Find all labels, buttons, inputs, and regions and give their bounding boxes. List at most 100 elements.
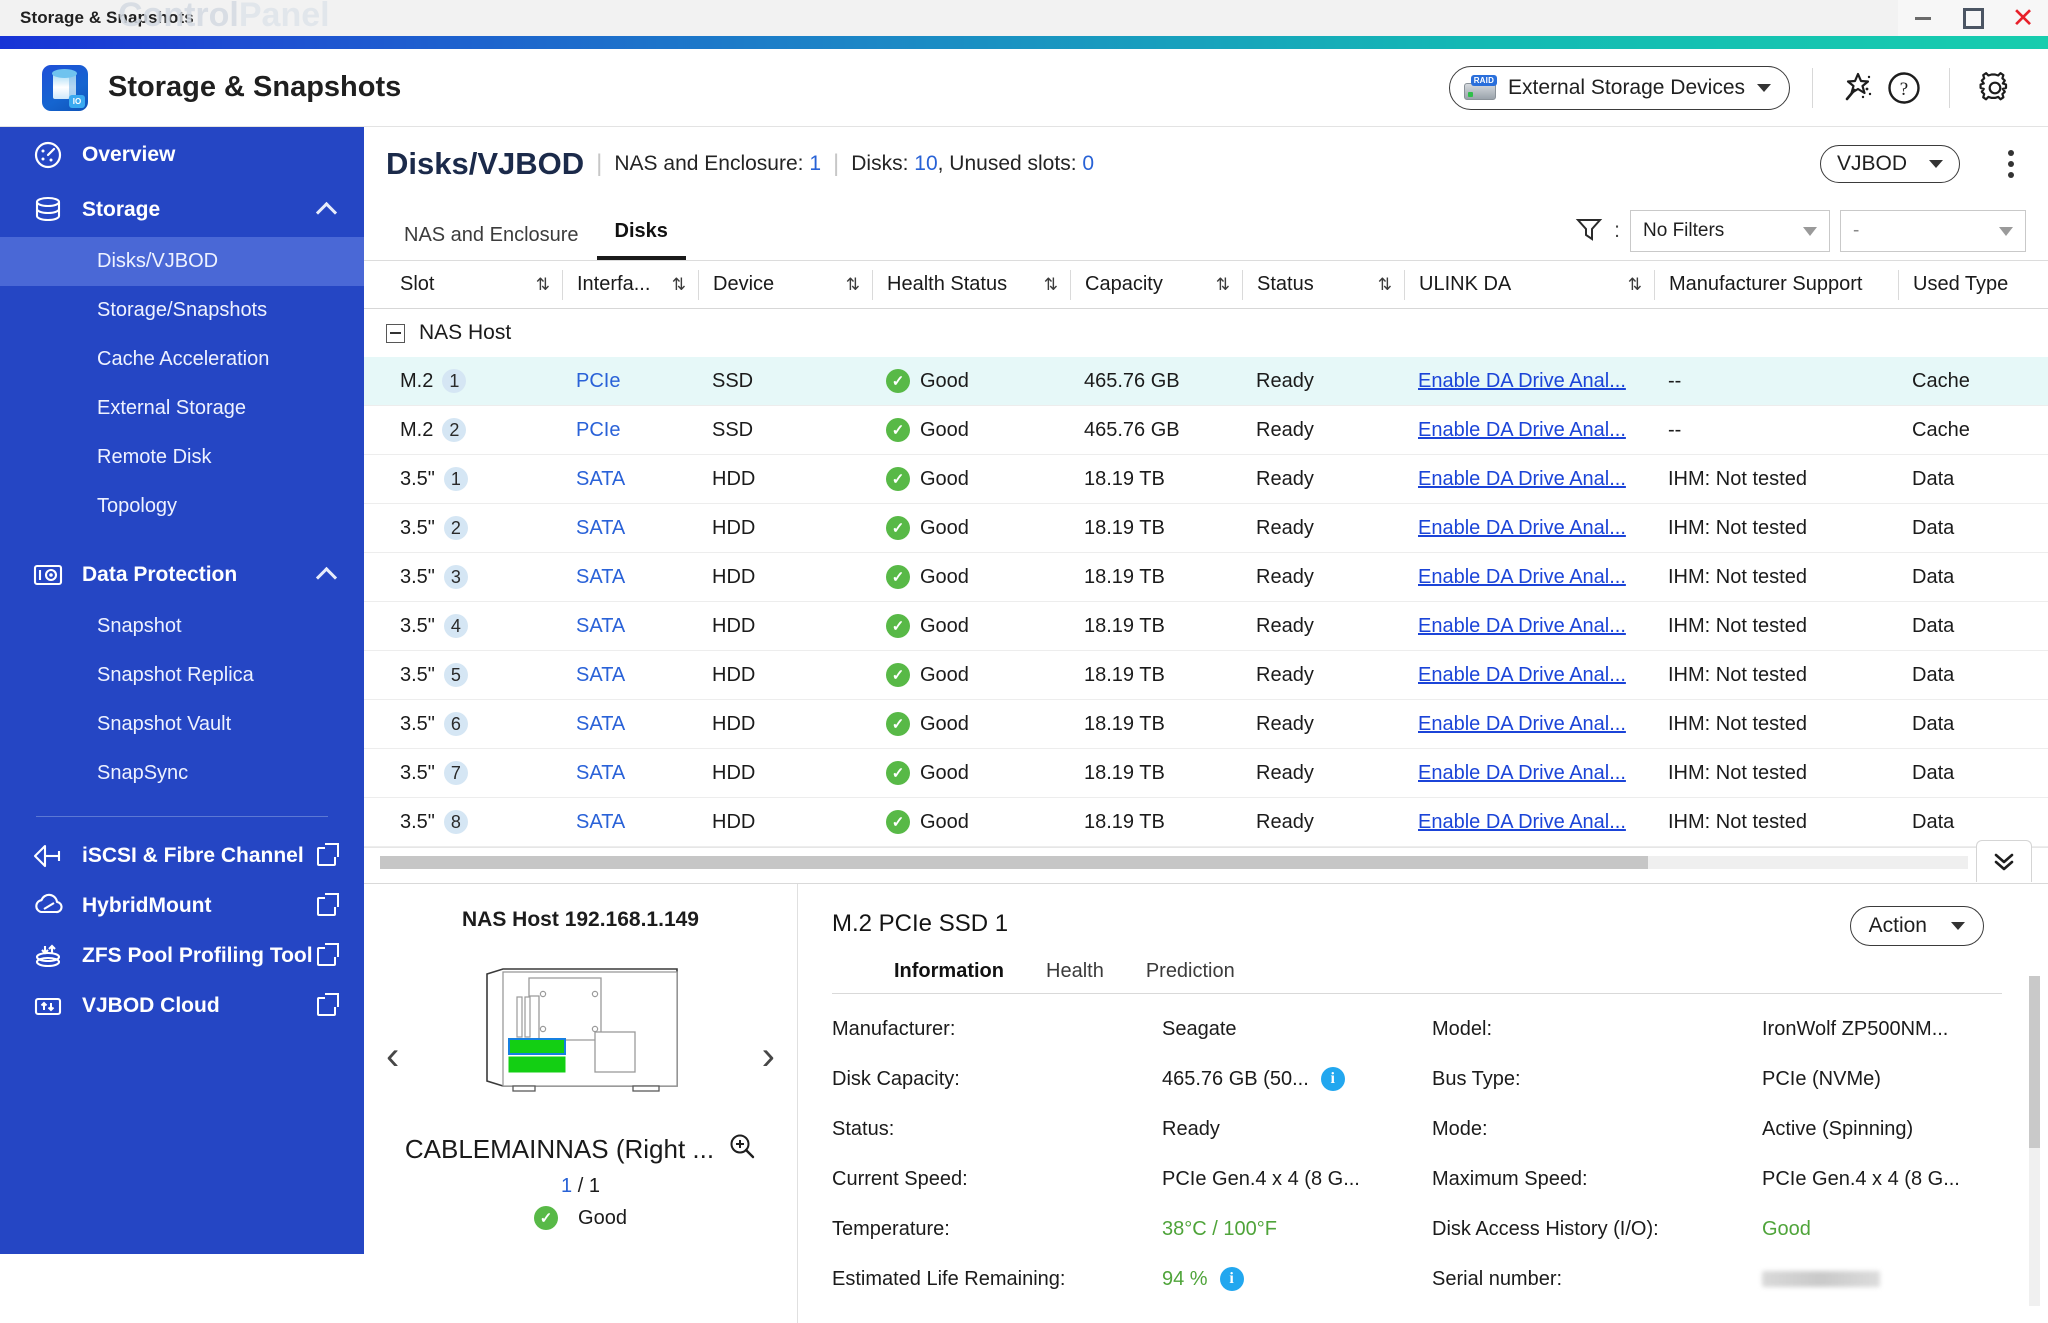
- sort-toggle-icon[interactable]: ⇅: [1216, 275, 1230, 295]
- enable-da-drive-analyzer-link[interactable]: Enable DA Drive Anal...: [1418, 370, 1626, 393]
- info-key: Mode:: [1432, 1117, 1488, 1140]
- enable-da-drive-analyzer-link[interactable]: Enable DA Drive Anal...: [1418, 615, 1626, 638]
- table-row[interactable]: 3.5" 8 SATA HDD ✓ Good 18.19 TB Ready Enable DA …: [364, 798, 2048, 847]
- sidebar-item-data-protection[interactable]: Data Protection: [0, 547, 364, 602]
- enable-da-drive-analyzer-link[interactable]: Enable DA Drive Anal...: [1418, 811, 1626, 834]
- enable-da-drive-analyzer-link[interactable]: Enable DA Drive Anal...: [1418, 517, 1626, 540]
- table-row[interactable]: 3.5" 6 SATA HDD ✓ Good 18.19 TB Ready Enable DA …: [364, 700, 2048, 749]
- sidebar-item-snapshot[interactable]: Snapshot: [0, 602, 364, 651]
- external-storage-devices-selector[interactable]: RAID External Storage Devices: [1449, 65, 1790, 110]
- sidebar-item-disks-vjbod[interactable]: Disks/VJBOD: [0, 237, 364, 286]
- sort-toggle-icon[interactable]: ⇅: [1378, 275, 1392, 295]
- page-header: Disks/VJBOD | NAS and Enclosure: 1 | Dis…: [364, 127, 2048, 201]
- sidebar-item-topology[interactable]: Topology: [0, 482, 364, 531]
- enable-da-drive-analyzer-link[interactable]: Enable DA Drive Anal...: [1418, 664, 1626, 687]
- enable-da-drive-analyzer-link[interactable]: Enable DA Drive Anal...: [1418, 419, 1626, 442]
- sidebar-item-label: Snapshot Replica: [97, 664, 254, 686]
- tab-health[interactable]: Health: [1046, 960, 1104, 993]
- column-header-status[interactable]: Status ⇅: [1242, 269, 1404, 300]
- sidebar-item-iscsi-fibre-channel[interactable]: iSCSI & Fibre Channel: [0, 831, 364, 881]
- sidebar-item-vjbod-cloud[interactable]: VJBOD Cloud: [0, 981, 364, 1031]
- info-tooltip-icon[interactable]: i: [1320, 1067, 1345, 1091]
- column-header-slot[interactable]: Slot ⇅: [386, 270, 562, 300]
- table-row[interactable]: 3.5" 4 SATA HDD ✓ Good 18.19 TB Ready Enable DA …: [364, 602, 2048, 651]
- horizontal-scrollbar-thumb[interactable]: [380, 856, 1648, 869]
- enable-da-drive-analyzer-link[interactable]: Enable DA Drive Anal...: [1418, 762, 1626, 785]
- magic-wand-icon[interactable]: [1835, 65, 1881, 111]
- column-header-health-status[interactable]: Health Status ⇅: [872, 269, 1070, 300]
- table-row[interactable]: 3.5" 7 SATA HDD ✓ Good 18.19 TB Ready Enable DA …: [364, 749, 2048, 798]
- table-row[interactable]: 3.5" 5 SATA HDD ✓ Good 18.19 TB Ready Enable DA …: [364, 651, 2048, 700]
- sidebar-item-storage-snapshots[interactable]: Storage/Snapshots: [0, 286, 364, 335]
- info-key: Status:: [832, 1117, 895, 1140]
- cell-used-type: Data: [1912, 516, 1955, 539]
- secondary-filter-select[interactable]: -: [1840, 210, 2026, 252]
- collapse-group-icon[interactable]: [386, 323, 405, 343]
- column-header-capacity[interactable]: Capacity ⇅: [1070, 269, 1242, 300]
- question-circle-icon[interactable]: ?: [1881, 65, 1927, 111]
- filter-select[interactable]: No Filters: [1630, 210, 1830, 252]
- chevron-left-icon[interactable]: ‹: [386, 1036, 399, 1076]
- table-row[interactable]: 3.5" 1 SATA HDD ✓ Good 18.19 TB Ready Enable DA …: [364, 455, 2048, 504]
- column-header-ulink-da[interactable]: ULINK DA ⇅: [1404, 269, 1654, 300]
- gauge-icon: [32, 140, 66, 170]
- sort-toggle-icon[interactable]: ⇅: [536, 275, 550, 295]
- chevron-right-icon[interactable]: ›: [762, 1036, 775, 1076]
- sidebar-item-snapsync[interactable]: SnapSync: [0, 749, 364, 798]
- sidebar-item-external-storage[interactable]: External Storage: [0, 384, 364, 433]
- sidebar-item-label: Snapshot Vault: [97, 713, 232, 735]
- info-tooltip-icon[interactable]: i: [1219, 1267, 1244, 1291]
- column-header-device[interactable]: Device ⇅: [698, 269, 872, 300]
- cell-ulink-da: Enable DA Drive Anal...: [1404, 664, 1654, 687]
- sort-toggle-icon[interactable]: ⇅: [846, 275, 860, 295]
- sort-toggle-icon[interactable]: ⇅: [1044, 275, 1058, 295]
- health-good-icon: ✓: [886, 712, 910, 736]
- sidebar-item-storage[interactable]: Storage: [0, 182, 364, 237]
- enclosure-status: ✓ Good: [364, 1206, 797, 1230]
- detail-scrollbar-thumb[interactable]: [2029, 976, 2040, 1148]
- table-row[interactable]: M.2 1 PCIe SSD ✓ Good 465.76 GB Ready Enable DA …: [364, 357, 2048, 406]
- table-row[interactable]: 3.5" 3 SATA HDD ✓ Good 18.19 TB Ready Enable DA …: [364, 553, 2048, 602]
- sort-toggle-icon[interactable]: ⇅: [672, 275, 686, 295]
- detail-vertical-scrollbar[interactable]: [2029, 976, 2040, 1306]
- tab-nas-and-enclosure[interactable]: NAS and Enclosure: [386, 224, 597, 260]
- sort-toggle-icon[interactable]: ⇅: [1628, 275, 1642, 295]
- maximize-icon[interactable]: [1954, 3, 1992, 33]
- minimize-icon[interactable]: [1904, 3, 1942, 33]
- sidebar-item-cache-acceleration[interactable]: Cache Acceleration: [0, 335, 364, 384]
- table-group-row-nas-host[interactable]: NAS Host: [364, 309, 2048, 357]
- cell-slot: M.2 1: [386, 369, 562, 393]
- tab-information[interactable]: Information: [894, 960, 1004, 993]
- column-header-used-type[interactable]: Used Type: [1898, 269, 2048, 300]
- sidebar-item-remote-disk[interactable]: Remote Disk: [0, 433, 364, 482]
- sidebar-item-hybridmount[interactable]: HybridMount: [0, 881, 364, 931]
- sidebar-item-snapshot-replica[interactable]: Snapshot Replica: [0, 651, 364, 700]
- zoom-in-icon[interactable]: [728, 1132, 756, 1167]
- enable-da-drive-analyzer-link[interactable]: Enable DA Drive Anal...: [1418, 468, 1626, 491]
- horizontal-scrollbar-track[interactable]: [380, 856, 1968, 869]
- column-header-manufacturer-support[interactable]: Manufacturer Support: [1654, 269, 1898, 300]
- info-value: PCIe (NVMe): [1762, 1068, 1881, 1091]
- tab-disks[interactable]: Disks: [596, 220, 686, 260]
- vjbod-dropdown-button[interactable]: VJBOD: [1819, 145, 1960, 183]
- cell-interface: SATA: [576, 516, 626, 539]
- sidebar-item-overview[interactable]: Overview: [0, 127, 364, 182]
- action-dropdown-button[interactable]: Action: [1849, 906, 1984, 946]
- tab-prediction[interactable]: Prediction: [1146, 960, 1235, 993]
- enable-da-drive-analyzer-link[interactable]: Enable DA Drive Anal...: [1418, 713, 1626, 736]
- table-row[interactable]: 3.5" 2 SATA HDD ✓ Good 18.19 TB Ready Enable DA …: [364, 504, 2048, 553]
- info-value-text: 465.76 GB (50...: [1162, 1067, 1309, 1090]
- collapse-panel-button[interactable]: [1976, 840, 2032, 882]
- cell-interface: SATA: [576, 565, 626, 588]
- column-header-interfa[interactable]: Interfa... ⇅: [562, 269, 698, 300]
- enable-da-drive-analyzer-link[interactable]: Enable DA Drive Anal...: [1418, 566, 1626, 589]
- cell-capacity: 18.19 TB: [1084, 565, 1165, 588]
- gear-icon[interactable]: [1972, 65, 2018, 111]
- cell-slot: M.2 2: [386, 418, 562, 442]
- close-icon[interactable]: ✕: [2004, 3, 2042, 33]
- sidebar-item-zfs-pool-profiling-tool[interactable]: ZFS Pool Profiling Tool: [0, 931, 364, 981]
- table-row[interactable]: M.2 2 PCIe SSD ✓ Good 465.76 GB Ready Enable DA …: [364, 406, 2048, 455]
- funnel-icon[interactable]: [1574, 214, 1604, 249]
- more-options-button[interactable]: [2008, 150, 2014, 178]
- sidebar-item-snapshot-vault[interactable]: Snapshot Vault: [0, 700, 364, 749]
